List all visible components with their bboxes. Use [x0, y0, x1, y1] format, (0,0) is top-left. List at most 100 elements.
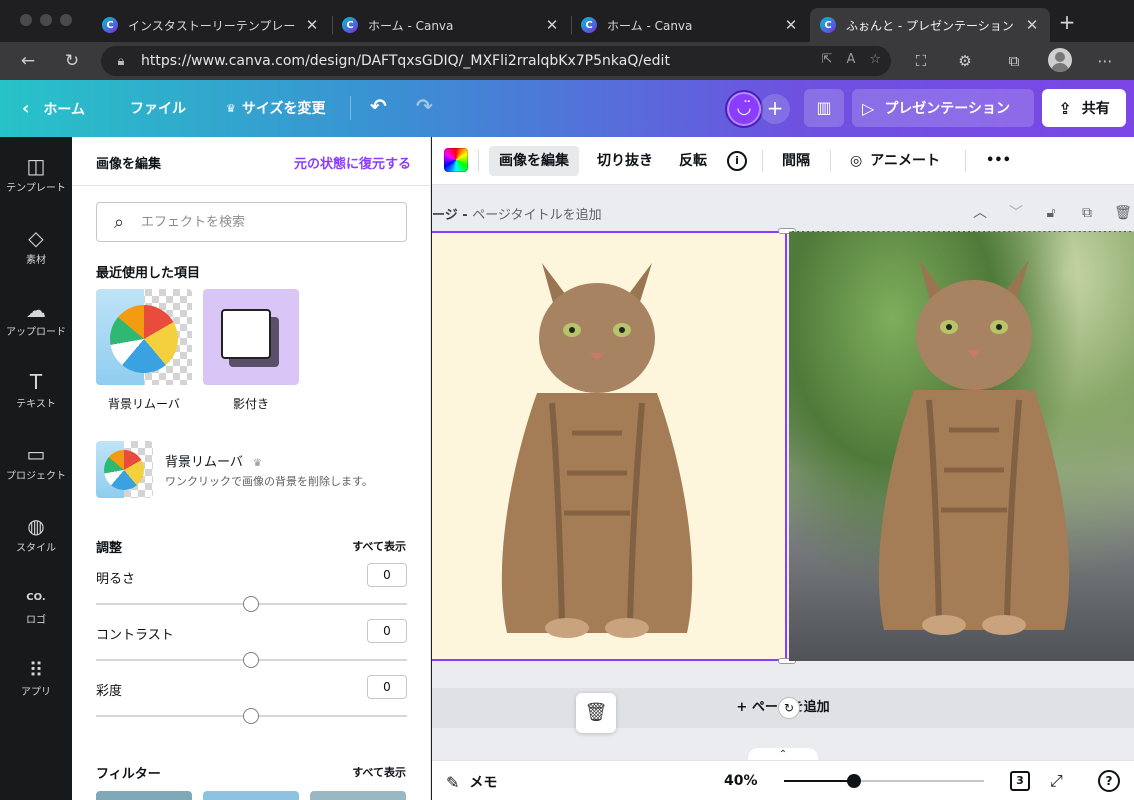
- collections-icon[interactable]: ⧉: [1003, 51, 1025, 73]
- url-field[interactable]: 🔒︎ https://www.canva.com/design/DAFTqxsG…: [101, 46, 891, 76]
- read-aloud-icon[interactable]: A: [846, 52, 855, 67]
- flip-button[interactable]: 反転: [669, 146, 717, 176]
- rail-item-text[interactable]: T テキスト: [0, 369, 72, 410]
- brightness-slider-knob[interactable]: [243, 596, 259, 612]
- rail-item-uploads[interactable]: ☁ アップロード: [0, 297, 72, 338]
- share-upload-icon: ⇪: [1058, 98, 1072, 118]
- redo-icon[interactable]: ↷: [416, 94, 433, 118]
- filter-thumb[interactable]: [203, 791, 299, 800]
- filter-show-all[interactable]: すべて表示: [352, 764, 406, 780]
- chevron-up-icon[interactable]: ⌃: [748, 748, 818, 760]
- browser-tab[interactable]: C ホーム - Canva ✕: [571, 8, 809, 42]
- window-minimize-dot[interactable]: [40, 14, 52, 26]
- recent-shadow-thumb[interactable]: [203, 289, 299, 385]
- tab-close-icon[interactable]: ✕: [544, 16, 560, 34]
- cat-cutout-image: [501, 263, 693, 638]
- page-cat-cutout[interactable]: [432, 231, 787, 661]
- resize-button[interactable]: ♛ サイズを変更: [226, 98, 325, 118]
- window-close-dot[interactable]: [20, 14, 32, 26]
- adjust-show-all[interactable]: すべて表示: [352, 538, 406, 554]
- page-count-button[interactable]: 3: [1010, 771, 1030, 791]
- file-menu-button[interactable]: ファイル: [130, 98, 186, 118]
- insights-chart-icon[interactable]: ▥: [804, 89, 844, 127]
- chevron-down-icon[interactable]: ﹀: [1006, 203, 1026, 223]
- delete-page-icon[interactable]: 🗑︎: [1113, 203, 1133, 223]
- chevron-up-icon[interactable]: ︿: [970, 203, 990, 223]
- fullscreen-expand-icon[interactable]: ⤢: [1050, 771, 1063, 791]
- zoom-value[interactable]: 40%: [724, 773, 758, 789]
- tab-close-icon[interactable]: ✕: [783, 16, 799, 34]
- rail-item-projects[interactable]: ▭ プロジェクト: [0, 441, 72, 482]
- duplicate-page-icon[interactable]: ⧉: [1077, 203, 1097, 223]
- crown-icon: ♛: [253, 458, 262, 469]
- effects-search-input[interactable]: [141, 214, 406, 230]
- search-icon: ⌕: [113, 211, 125, 233]
- share-button[interactable]: ⇪ 共有: [1042, 89, 1126, 127]
- toolbar-divider: [762, 150, 763, 172]
- crop-button[interactable]: 切り抜き: [587, 146, 663, 176]
- info-icon[interactable]: i: [727, 151, 747, 171]
- reload-icon[interactable]: ↻: [61, 50, 83, 72]
- page-title-row[interactable]: ージ - ページタイトルを追加: [432, 204, 602, 223]
- browser-tab-active[interactable]: C ふぉんと - プレゼンテーション ✕: [810, 8, 1050, 42]
- tab-close-icon[interactable]: ✕: [1024, 16, 1040, 34]
- back-arrow-icon[interactable]: ←: [17, 50, 39, 72]
- screenshot-icon[interactable]: ⛶: [910, 51, 932, 73]
- brightness-value[interactable]: 0: [367, 563, 407, 587]
- browser-tab[interactable]: C ホーム - Canva ✕: [332, 8, 570, 42]
- contrast-slider-knob[interactable]: [243, 652, 259, 668]
- extensions-puzzle-icon[interactable]: ⚙: [954, 51, 976, 73]
- canva-assistant-face-icon[interactable]: ◡̈: [725, 90, 763, 128]
- profile-avatar[interactable]: [1048, 48, 1072, 72]
- edit-image-button[interactable]: 画像を編集: [489, 146, 579, 176]
- reset-link[interactable]: 元の状態に復元する: [294, 153, 411, 172]
- adjust-heading: 調整: [96, 541, 123, 556]
- open-app-icon[interactable]: ⇱: [822, 52, 833, 67]
- window-zoom-dot[interactable]: [60, 14, 72, 26]
- rail-item-styles[interactable]: ◍ スタイル: [0, 513, 72, 554]
- bg-remover-title-text: 背景リムーバ: [165, 455, 243, 470]
- undo-icon[interactable]: ↶: [370, 94, 387, 118]
- more-options-icon[interactable]: •••: [976, 146, 1021, 176]
- rail-item-elements[interactable]: ◇ 素材: [0, 225, 72, 266]
- notes-button[interactable]: ✎ メモ: [446, 772, 497, 792]
- home-label: ホーム: [43, 101, 86, 118]
- add-collaborator-plus-icon[interactable]: +: [760, 94, 790, 124]
- zoom-slider-knob[interactable]: [847, 774, 861, 788]
- spacing-button[interactable]: 間隔: [772, 146, 820, 176]
- filter-thumb[interactable]: [310, 791, 406, 800]
- tab-title: ホーム - Canva: [607, 18, 693, 33]
- favorite-star-icon[interactable]: ☆: [869, 52, 881, 67]
- notes-label: メモ: [469, 775, 498, 791]
- present-button[interactable]: ▷ プレゼンテーション: [852, 89, 1034, 127]
- filter-thumb[interactable]: [96, 791, 192, 800]
- browser-tab[interactable]: C インスタストーリーテンプレート › ✕: [92, 8, 330, 42]
- effects-search-box[interactable]: ⌕: [96, 202, 407, 242]
- delete-element-icon[interactable]: 🗑︎: [576, 693, 616, 733]
- card-shape: [221, 309, 271, 359]
- recent-label: 影付き: [232, 397, 269, 411]
- rotate-icon[interactable]: ↻: [778, 697, 800, 719]
- help-icon[interactable]: ?: [1098, 770, 1120, 792]
- contrast-value[interactable]: 0: [367, 619, 407, 643]
- text-icon: T: [29, 370, 43, 394]
- rail-item-logos[interactable]: CO. ロゴ: [0, 585, 72, 626]
- bg-remover-thumb[interactable]: [96, 441, 153, 498]
- saturation-slider-knob[interactable]: [243, 708, 259, 724]
- rail-item-apps[interactable]: ⠿ アプリ: [0, 657, 72, 698]
- tab-title: ふぉんと - プレゼンテーション: [846, 18, 1014, 33]
- browser-tab-bar: C インスタストーリーテンプレート › ✕ C ホーム - Canva ✕ C …: [0, 0, 1134, 42]
- recent-bg-remover-thumb[interactable]: [96, 289, 192, 385]
- url-text: https://www.canva.com/design/DAFTqxsGDIQ…: [141, 53, 670, 69]
- browser-menu-icon[interactable]: ⋯: [1094, 51, 1116, 73]
- tab-close-icon[interactable]: ✕: [304, 16, 320, 34]
- bg-remover-title[interactable]: 背景リムーバ ♛: [165, 451, 262, 470]
- lock-page-icon[interactable]: 🔓︎: [1041, 203, 1061, 223]
- rail-item-templates[interactable]: ◫ テンプレート: [0, 153, 72, 194]
- animate-button[interactable]: ◎ アニメート: [840, 146, 950, 176]
- home-button[interactable]: ‹ ホーム: [22, 98, 85, 119]
- page-cat-photo[interactable]: [789, 231, 1134, 661]
- color-picker-swatch[interactable]: [444, 148, 468, 172]
- new-tab-button[interactable]: +: [1056, 12, 1078, 34]
- saturation-value[interactable]: 0: [367, 675, 407, 699]
